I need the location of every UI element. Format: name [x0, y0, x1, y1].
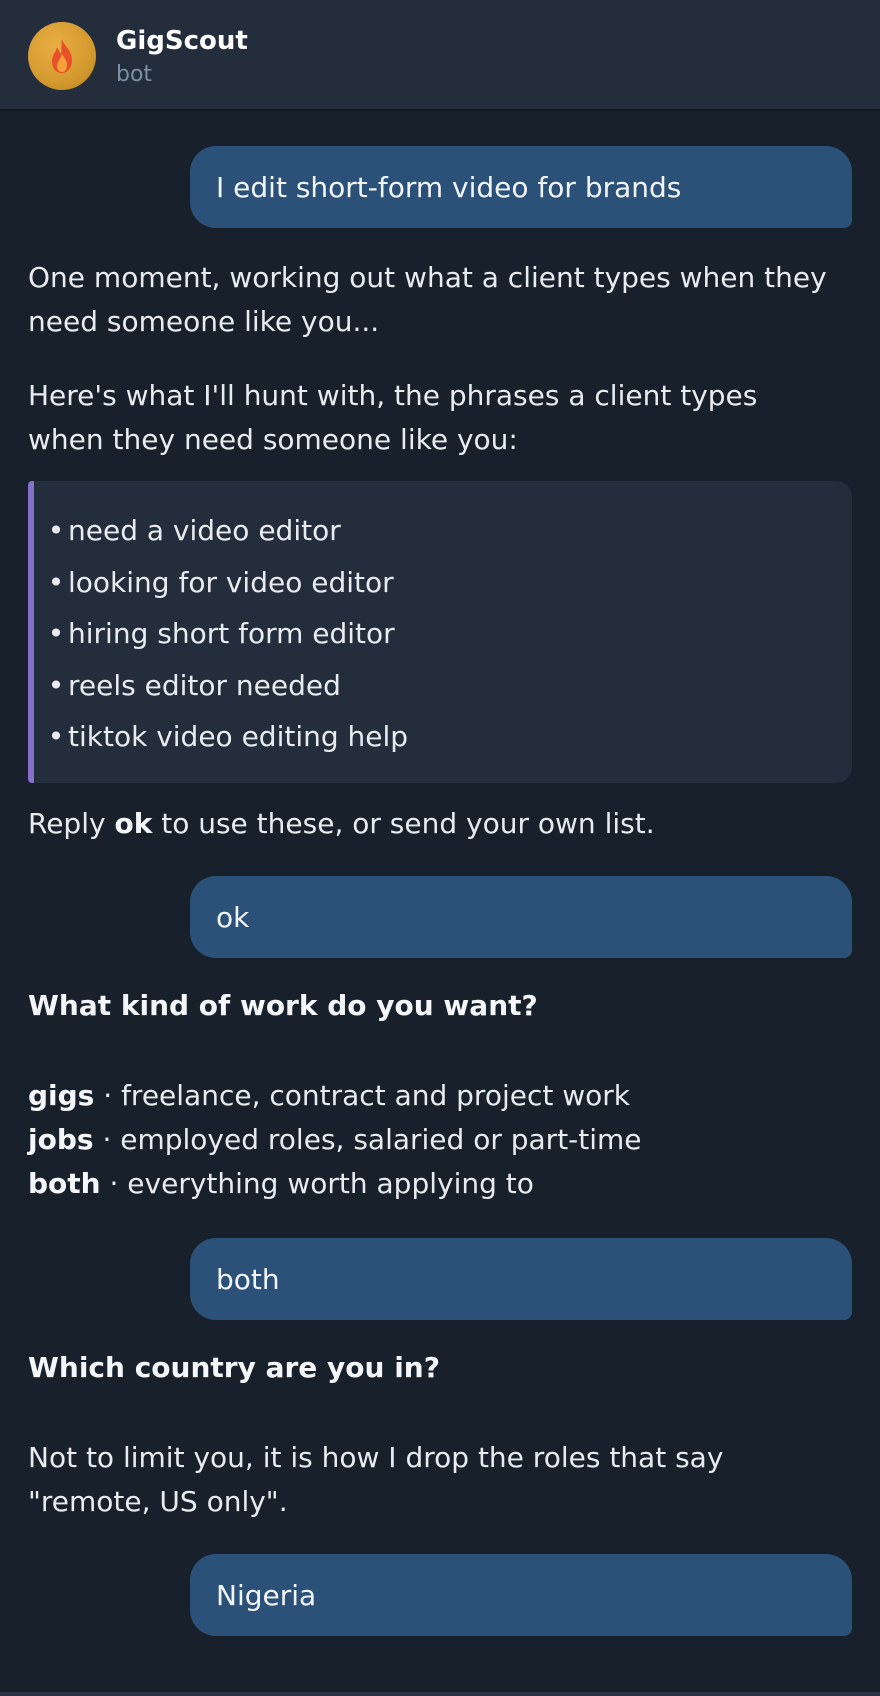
bot-message: Reply ok to use these, or send your own …	[28, 802, 838, 846]
bot-message: One moment, working out what a client ty…	[28, 261, 827, 338]
work-type-options: gigs · freelance, contract and project w…	[28, 1074, 838, 1206]
user-message: both	[190, 1238, 852, 1320]
chat-header[interactable]: GigScout bot	[0, 0, 880, 111]
bot-avatar[interactable]	[28, 22, 96, 90]
bot-message: Here's what I'll hunt with, the phrases …	[28, 379, 758, 456]
bot-question: Which country are you in?	[28, 1346, 838, 1390]
phrase-item: looking for video editor	[44, 557, 852, 609]
phrase-item: hiring short form editor	[44, 608, 852, 660]
phrase-list: need a video editor looking for video ed…	[44, 505, 852, 763]
option-line: jobs · employed roles, salaried or part-…	[28, 1118, 838, 1162]
bot-message: Not to limit you, it is how I drop the r…	[28, 1441, 724, 1518]
user-message: I edit short-form video for brands	[190, 146, 852, 228]
phrase-list-quote: need a video editor looking for video ed…	[28, 481, 852, 783]
input-divider	[0, 1692, 880, 1696]
user-message: ok	[190, 876, 852, 958]
option-key: gigs	[28, 1079, 95, 1112]
phrase-item: need a video editor	[44, 505, 852, 557]
bot-status: bot	[116, 62, 153, 87]
reply-keyword: ok	[114, 807, 153, 840]
reply-text-pre: Reply	[28, 807, 115, 840]
question-text: What kind of work do you want?	[28, 989, 538, 1022]
option-desc: · everything worth applying to	[100, 1167, 534, 1200]
option-desc: · employed roles, salaried or part-time	[93, 1123, 642, 1156]
fire-icon	[52, 39, 72, 73]
option-line: gigs · freelance, contract and project w…	[28, 1074, 838, 1118]
question-text: Which country are you in?	[28, 1351, 440, 1384]
option-line: both · everything worth applying to	[28, 1162, 838, 1206]
user-message: Nigeria	[190, 1554, 852, 1636]
option-key: jobs	[28, 1123, 94, 1156]
bot-question: What kind of work do you want?	[28, 984, 838, 1028]
phrase-item: reels editor needed	[44, 660, 852, 712]
chat-window: GigScout bot I edit short-form video for…	[0, 0, 880, 1696]
phrase-item: tiktok video editing help	[44, 711, 852, 763]
reply-text-post: to use these, or send your own list.	[152, 807, 655, 840]
bot-name: GigScout	[116, 26, 248, 56]
option-desc: · freelance, contract and project work	[94, 1079, 630, 1112]
option-key: both	[28, 1167, 101, 1200]
